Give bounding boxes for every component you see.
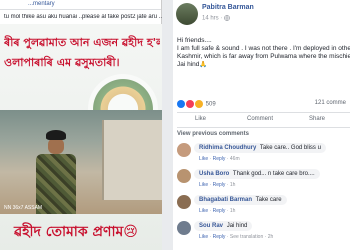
comment-bubble: Usha Boro Thank god... n take care bro..… [194, 169, 320, 179]
author-avatar[interactable] [176, 3, 198, 25]
comment-text: Take care.. God bliss u [259, 145, 321, 151]
reaction-summary[interactable]: 509 [177, 100, 216, 108]
comment-meta: Like · Reply · See translation · 2h [199, 234, 274, 240]
comment-item: Ridhima Choudhury Take care.. God bliss … [177, 143, 350, 165]
comment-item: Bhagabati Barman Take care Like · Reply … [177, 195, 350, 217]
commenter-name[interactable]: Ridhima Choudhury [199, 145, 256, 151]
like-reaction-icon [177, 100, 185, 108]
right-post-card: Pabitra Barman 14 hrs · Hi friends.... I… [173, 0, 350, 250]
comment-reply-link[interactable]: Reply [213, 156, 226, 162]
left-post-header-text[interactable]: ...mentary [28, 1, 55, 7]
post-line: Jai hind🙏 [177, 61, 208, 68]
comment-button[interactable]: Comment [247, 116, 273, 122]
comment-time[interactable]: 1h [230, 182, 236, 188]
comment-time[interactable]: 1h [230, 208, 236, 214]
building-graphic [102, 120, 162, 200]
comment-item: Usha Boro Thank god... n take care bro..… [177, 169, 350, 191]
comment-meta: Like · Reply · 46m [199, 156, 240, 162]
comment-text: Thank god... n take care bro.... [232, 171, 315, 177]
sad-reaction-icon [195, 100, 203, 108]
view-previous-comments-link[interactable]: View previous comments [177, 131, 249, 137]
left-post-caption: tu mol thike asu aku huanai ..please al … [4, 14, 162, 20]
post-line: Kashmir, which is far away from Pulwama … [177, 53, 350, 60]
like-button[interactable]: Like [195, 116, 206, 122]
photo-tag: NN 36x7 ASSAM [4, 205, 43, 211]
comment-text: Jai hind [226, 223, 248, 229]
comments-count[interactable]: 121 comme [315, 100, 346, 106]
left-post-card: ...mentary tu mol thike asu aku huanai .… [0, 0, 162, 250]
commenter-avatar[interactable] [177, 169, 191, 183]
commenter-name[interactable]: Sou Rav [199, 223, 223, 229]
comment-time[interactable]: 46m [230, 156, 240, 162]
commenter-avatar[interactable] [177, 221, 191, 235]
commenter-avatar[interactable] [177, 195, 191, 209]
love-reaction-icon [186, 100, 194, 108]
comment-bubble: Sou Rav Jai hind [194, 221, 253, 231]
globe-icon [224, 15, 230, 21]
divider [177, 127, 350, 128]
comment-reply-link[interactable]: Reply [213, 208, 226, 214]
comment-text: Take care [255, 197, 282, 203]
comment-item: Sou Rav Jai hind Like · Reply · See tran… [177, 221, 350, 243]
comment-bubble: Ridhima Choudhury Take care.. God bliss … [194, 143, 326, 153]
screenshot-root: ...mentary tu mol thike asu aku huanai .… [0, 0, 350, 250]
comment-meta: Like · Reply · 1h [199, 208, 236, 214]
poster-headline-2: ওলাপাৰাৰি এম ৱসুমতাৰী। [4, 56, 120, 69]
comment-bubble: Bhagabati Barman Take care [194, 195, 287, 205]
post-line: I am full safe & sound . I was not there… [177, 45, 350, 52]
left-post-header: ...mentary [0, 0, 161, 10]
commenter-name[interactable]: Usha Boro [199, 171, 229, 177]
reaction-count: 509 [205, 101, 216, 108]
post-body: Hi friends.... I am full safe & sound . … [177, 37, 350, 69]
poster-tribute-line: ৱহীদ তোমাক প্ৰণাম😢 [14, 224, 138, 240]
tribute-poster-image[interactable]: ৰীৰ পুলৱামাত আন এজন ৱহীদ হ'ল ওলাপাৰাৰি এ… [0, 24, 162, 250]
comment-meta: Like · Reply · 1h [199, 182, 236, 188]
comment-like-link[interactable]: Like [199, 182, 208, 188]
commenter-name[interactable]: Bhagabati Barman [199, 197, 252, 203]
commenter-avatar[interactable] [177, 143, 191, 157]
comment-like-link[interactable]: Like [199, 208, 208, 214]
comment-like-link[interactable]: Like [199, 234, 208, 240]
comment-like-link[interactable]: Like [199, 156, 208, 162]
post-line: Hi friends.... [177, 37, 212, 44]
share-button[interactable]: Share [309, 116, 325, 122]
post-actions: Like Comment Share [173, 113, 350, 127]
comment-reply-link[interactable]: Reply [213, 182, 226, 188]
post-time-text: 14 hrs · [202, 15, 223, 22]
comment-time[interactable]: See translation · 2h [230, 234, 273, 240]
post-author-name[interactable]: Pabitra Barman [202, 4, 254, 11]
poster-headline-1: ৰীৰ পুলৱামাত আন এজন ৱহীদ হ'ল [4, 36, 160, 49]
soldier-figure [36, 130, 76, 214]
comment-reply-link[interactable]: Reply [213, 234, 226, 240]
soldier-photo: NN 36x7 ASSAM [0, 110, 162, 214]
post-timestamp[interactable]: 14 hrs · [202, 15, 230, 22]
